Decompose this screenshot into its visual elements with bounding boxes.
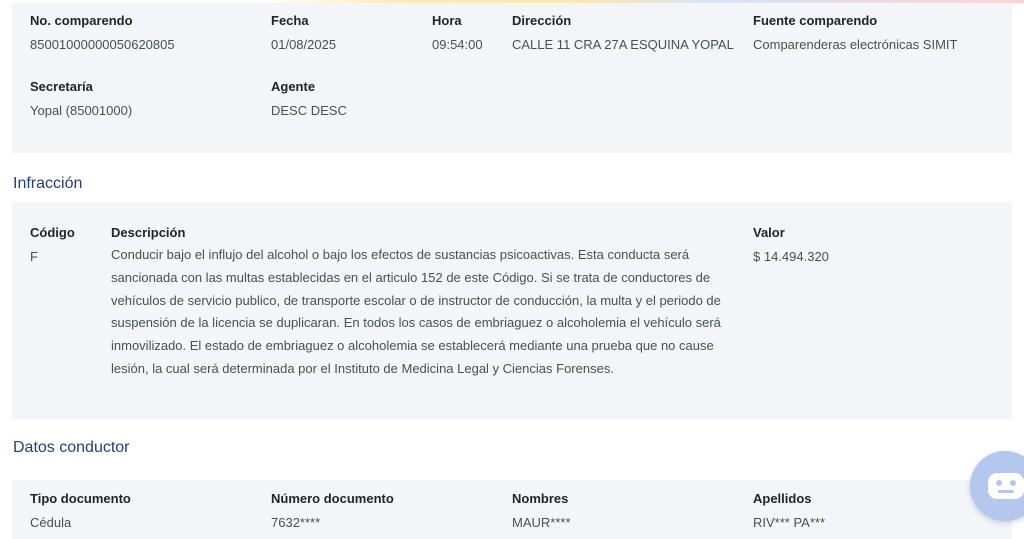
hora-value: 09:54:00	[432, 37, 483, 52]
secretaria-label: Secretaría	[30, 79, 93, 94]
descripcion-label: Descripción	[111, 225, 186, 240]
direccion-label: Dirección	[512, 13, 572, 28]
descripcion-value: Conducir bajo el influjo del alcohol o b…	[111, 247, 721, 376]
numero-documento-value: 7632****	[271, 515, 321, 530]
conductor-details-panel: Tipo documento Cédula Número documento 7…	[12, 480, 1012, 539]
fuente-comparendo-value: Comparenderas electrónicas SIMIT	[753, 37, 958, 52]
codigo-label: Código	[30, 225, 75, 240]
robot-icon	[988, 473, 1024, 499]
apellidos-label: Apellidos	[753, 491, 812, 506]
infraccion-section-title: Infracción	[13, 175, 83, 192]
numero-comparendo-value: 85001000000050620805	[30, 37, 175, 52]
tipo-documento-value: Cédula	[30, 515, 72, 530]
nombres-value: MAUR****	[512, 515, 571, 530]
fecha-value: 01/08/2025	[271, 37, 337, 52]
secretaria-value: Yopal (85001000)	[30, 103, 133, 118]
apellidos-value: RIV*** PA***	[753, 515, 826, 530]
comparendo-details-panel: No. comparendo 85001000000050620805 Fech…	[12, 3, 1012, 153]
agente-label: Agente	[271, 79, 316, 94]
codigo-value: F	[30, 249, 38, 264]
hora-label: Hora	[432, 13, 462, 28]
valor-label: Valor	[753, 225, 785, 240]
agente-value: DESC DESC	[271, 103, 347, 118]
valor-value: $ 14.494.320	[753, 249, 829, 264]
fecha-label: Fecha	[271, 13, 309, 28]
tipo-documento-label: Tipo documento	[30, 491, 131, 506]
infraccion-details-panel: Código F Descripción Conducir bajo el in…	[12, 202, 1012, 419]
nombres-label: Nombres	[512, 491, 569, 506]
direccion-value: CALLE 11 CRA 27A ESQUINA YOPAL	[512, 37, 734, 52]
conductor-section-title: Datos conductor	[13, 439, 130, 456]
numero-documento-label: Número documento	[271, 491, 394, 506]
fuente-comparendo-label: Fuente comparendo	[753, 13, 878, 28]
numero-comparendo-label: No. comparendo	[30, 13, 133, 28]
